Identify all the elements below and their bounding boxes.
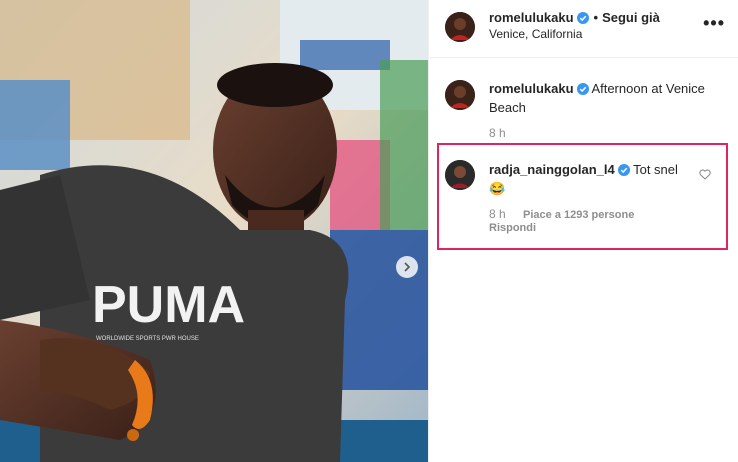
caption-username[interactable]: romelulukaku [489,81,574,96]
caption-author-avatar[interactable] [445,80,475,110]
like-comment-button[interactable] [699,168,711,183]
post-location[interactable]: Venice, California [489,27,582,41]
comment-text: Tot snel [633,162,678,177]
more-options-icon[interactable]: ••• [703,13,725,34]
verified-badge-icon [576,12,589,27]
comment-meta: 8 h Piace a 1293 persone [489,207,634,221]
comment-likes[interactable]: Piace a 1293 persone [523,209,634,221]
commenter-avatar[interactable] [445,160,475,190]
heart-icon [699,169,711,180]
separator-dot: • [593,10,599,25]
comment-emoji: 😂 [489,181,506,196]
caption-timestamp[interactable]: 8 h [489,126,506,140]
post-header: romelulukaku • Segui già Venice, Californi… [429,0,738,58]
comment: radja_nainggolan_l4 Tot snel 😂 [489,161,701,197]
author-username[interactable]: romelulukaku [489,10,574,25]
reply-button[interactable]: Rispondi [489,222,536,234]
author-avatar[interactable] [445,12,475,42]
shirt-text: PUMA [92,276,245,334]
chevron-right-icon [404,262,411,272]
commenter-username[interactable]: radja_nainggolan_l4 [489,162,615,177]
header-line: romelulukaku • Segui già [489,10,660,27]
next-image-button[interactable] [396,256,418,278]
post-panel: romelulukaku • Segui già Venice, Californi… [428,0,738,462]
shirt-small-text: WORLDWIDE SPORTS PWR HOUSE [96,336,199,342]
verified-badge-icon [576,82,589,99]
comment-timestamp[interactable]: 8 h [489,207,506,221]
post-caption: romelulukaku Afternoon at Venice Beach [489,80,725,116]
photo-image: PUMA WORLDWIDE SPORTS PWR HOUSE [0,0,428,462]
post-photo[interactable]: PUMA WORLDWIDE SPORTS PWR HOUSE [0,0,428,462]
verified-badge-icon [617,163,630,180]
follow-status-button[interactable]: Segui già [602,10,660,25]
